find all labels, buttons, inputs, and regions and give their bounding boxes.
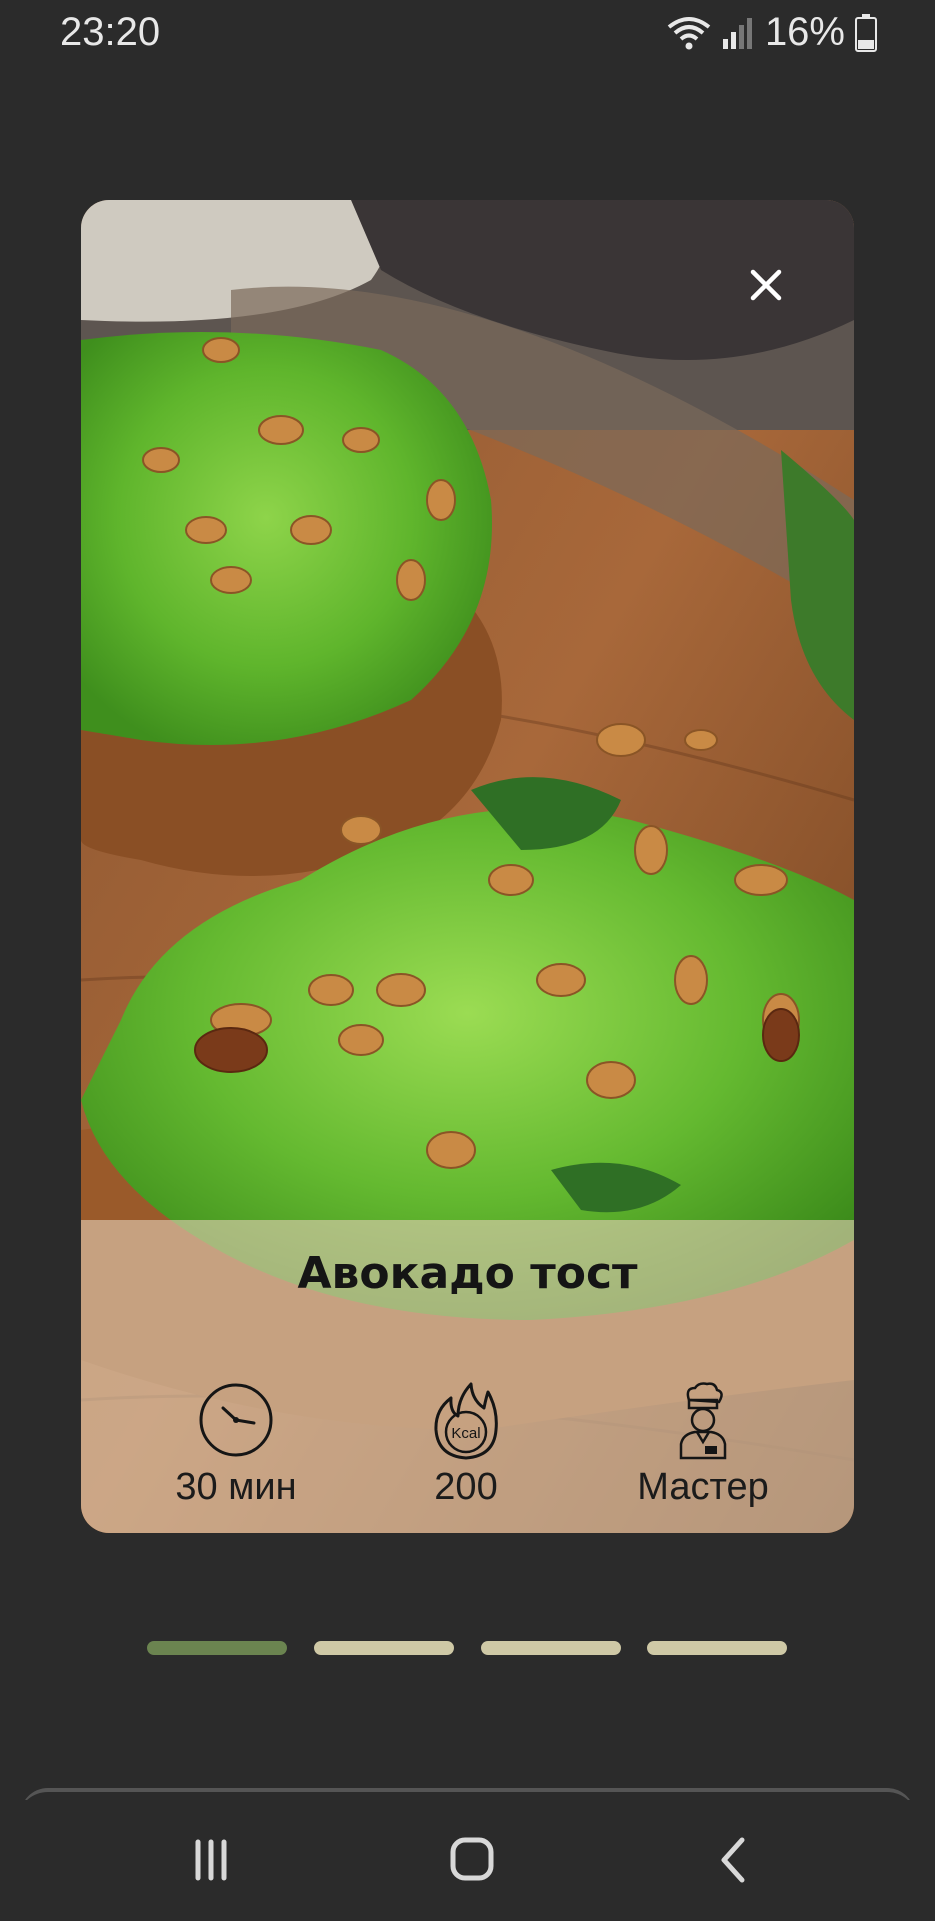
stat-time-label: 30 мин (175, 1466, 297, 1508)
recents-button[interactable] (176, 1830, 246, 1890)
signal-icon (721, 15, 755, 51)
stat-calories-label: 200 (434, 1466, 498, 1508)
battery-icon (855, 13, 877, 52)
status-time: 23:20 (60, 10, 161, 54)
pager-indicator-4[interactable] (647, 1641, 787, 1655)
back-button[interactable] (700, 1830, 770, 1890)
close-button[interactable] (741, 260, 791, 310)
status-icons: 16% (667, 10, 877, 55)
back-icon (721, 1837, 745, 1883)
stat-calories: Kcal 200 (356, 1380, 576, 1509)
chef-icon (663, 1380, 743, 1460)
pager-indicator-3[interactable] (481, 1641, 621, 1655)
stat-time: 30 мин (126, 1380, 346, 1509)
wifi-icon (667, 15, 711, 51)
recipe-title: Авокадо тост (297, 1248, 638, 1299)
clock-icon (196, 1380, 276, 1460)
pager-indicator-2[interactable] (314, 1641, 454, 1655)
kcal-flame-icon: Kcal (426, 1380, 506, 1460)
recipe-card[interactable]: Авокадо тост 30 мин Kcal 200 Мастер (81, 200, 854, 1533)
system-nav-bar (0, 1800, 935, 1921)
status-bar: 23:20 16% (0, 0, 935, 64)
home-button[interactable] (437, 1830, 507, 1890)
stat-difficulty-label: Мастер (637, 1466, 769, 1508)
recents-icon (195, 1839, 227, 1881)
home-icon (450, 1837, 494, 1881)
stat-difficulty: Мастер (593, 1380, 813, 1509)
pager-indicator-1[interactable] (147, 1641, 287, 1655)
svg-text:Kcal: Kcal (451, 1425, 480, 1442)
recipe-info-panel: Авокадо тост 30 мин Kcal 200 Мастер (81, 1220, 854, 1533)
battery-percent: 16% (764, 10, 845, 54)
close-icon (750, 269, 782, 301)
